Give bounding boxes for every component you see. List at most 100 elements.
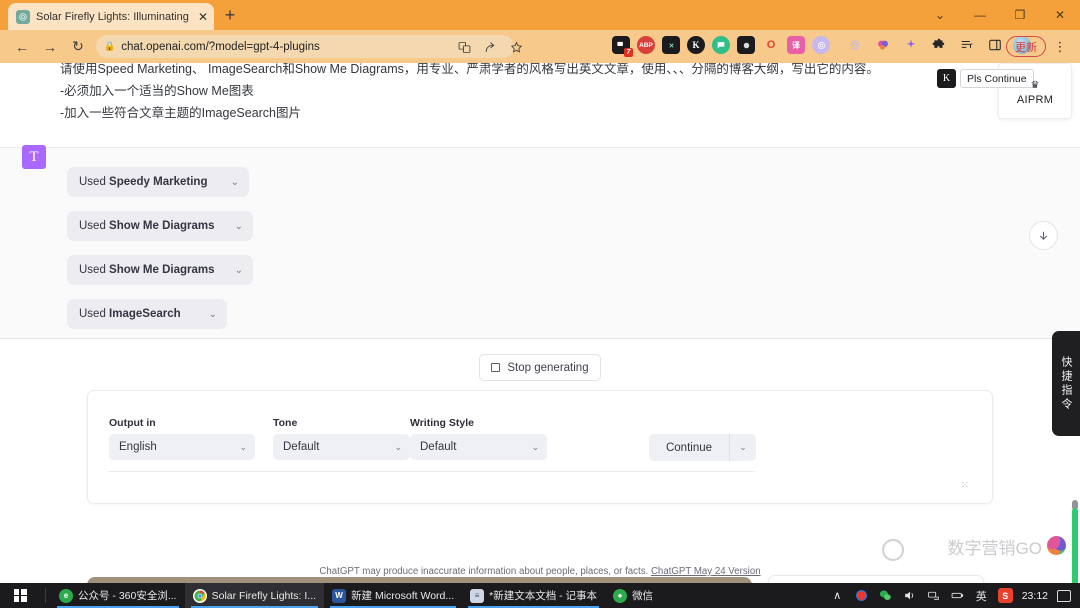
scrollbar-thumb[interactable]	[1072, 508, 1078, 583]
back-button[interactable]: ←	[8, 33, 36, 61]
quick-commands-tab[interactable]: 快捷指令	[1052, 331, 1080, 436]
ime-indicator[interactable]: 英	[974, 588, 989, 603]
screenshot-extension-icon[interactable]: 7	[612, 36, 633, 57]
browser-menu-button[interactable]: ⋮	[1052, 37, 1068, 56]
close-icon[interactable]: ✕	[198, 11, 208, 23]
adblock-plus-icon[interactable]: ABP	[637, 36, 655, 54]
output-in-label: Output in	[109, 417, 156, 429]
update-button[interactable]: 更新	[1006, 36, 1046, 57]
tone-field: Tone Default ⌄	[273, 417, 410, 460]
taskbar-item-notepad[interactable]: ≡ *新建文本文档 - 记事本	[462, 583, 605, 608]
browser-window: Solar Firefly Lights: Illuminating ✕ + ⌄…	[0, 0, 1080, 583]
reload-button[interactable]: ↻	[64, 33, 92, 61]
translate-extension-icon[interactable]: 译	[787, 36, 805, 54]
continue-label: Continue	[665, 441, 713, 454]
security-tray-icon[interactable]	[854, 588, 869, 603]
chevron-down-icon: ⌄	[239, 441, 247, 452]
opera-extension-icon[interactable]: O	[762, 36, 780, 54]
sparkle-extension-icon[interactable]	[901, 35, 920, 54]
resize-handle[interactable]: ⁙	[961, 480, 970, 491]
tone-select[interactable]: Default ⌄	[273, 434, 410, 460]
toolbar-right-icons	[845, 35, 1031, 54]
word-icon: W	[332, 588, 347, 603]
volume-tray-icon[interactable]	[902, 588, 917, 603]
taskbar-item-label: 微信	[632, 590, 654, 602]
writing-style-select[interactable]: Default ⌄	[410, 434, 547, 460]
scroll-to-bottom-button[interactable]	[1029, 221, 1058, 250]
taskbar-item-wechat[interactable]: ● 微信	[605, 583, 661, 608]
page-content: 请使用Speed Marketing、 ImageSearch和Show Me …	[0, 63, 1080, 583]
new-tab-button[interactable]: +	[220, 6, 240, 26]
continue-button[interactable]: Continue ⌄	[649, 434, 756, 461]
battery-tray-icon[interactable]	[950, 588, 965, 603]
dark-reader-extension-icon[interactable]	[737, 36, 755, 54]
stop-generating-label: Stop generating	[507, 361, 589, 374]
watermark-circle	[882, 539, 904, 561]
forward-button[interactable]: →	[36, 33, 64, 61]
side-panel-icon[interactable]	[985, 35, 1004, 54]
close-button[interactable]: ✕	[1040, 0, 1080, 30]
compass-extension-icon[interactable]	[662, 36, 680, 54]
maximize-button[interactable]: ❐	[1000, 0, 1040, 30]
taskbar-item-label: 公众号 - 360安全浏...	[78, 590, 177, 602]
wechat-tray-icon[interactable]	[878, 588, 893, 603]
plugin-card-show-me-diagrams-1[interactable]: Used Show Me Diagrams ⌄	[67, 211, 253, 241]
composer-divider	[0, 338, 1080, 339]
version-link[interactable]: ChatGPT May 24 Version	[651, 566, 761, 577]
start-button[interactable]	[0, 583, 40, 608]
brain-extension-icon[interactable]	[873, 35, 892, 54]
quick-commands-label: 快捷指令	[1060, 355, 1072, 412]
plugin-card-imagesearch[interactable]: Used ImageSearch ⌄	[67, 299, 227, 329]
network-tray-icon[interactable]	[926, 588, 941, 603]
clock[interactable]: 23:12	[1022, 590, 1048, 602]
minimize-button[interactable]: —	[960, 0, 1000, 30]
browser-titlebar: Solar Firefly Lights: Illuminating ✕ + ⌄…	[0, 0, 1080, 30]
taskbar-item-word[interactable]: W 新建 Microsoft Word...	[324, 583, 462, 608]
chatgpt-sidebar-icon[interactable]	[845, 35, 864, 54]
omnibox-icons	[456, 39, 524, 55]
wechat-icon: ●	[613, 588, 628, 603]
prompt-line-3: -加入一些符合文章主题的ImageSearch图片	[60, 106, 302, 120]
brain-extension-icon[interactable]	[1047, 536, 1066, 555]
tab-title: Solar Firefly Lights: Illuminating	[36, 10, 189, 23]
chat-bubble-extension-icon[interactable]	[712, 36, 730, 54]
address-bar[interactable]: 🔒 chat.openai.com/?model=gpt-4-plugins	[96, 35, 522, 58]
chevron-down-icon: ⌄	[234, 220, 243, 232]
watermark-text: 数字营销GO	[947, 539, 1042, 558]
bookmark-star-icon[interactable]	[508, 39, 524, 55]
notepad-icon: ≡	[470, 588, 485, 603]
windows-taskbar: e 公众号 - 360安全浏... Solar Firefly Lights: …	[0, 583, 1080, 608]
browser-tab[interactable]: Solar Firefly Lights: Illuminating ✕	[8, 3, 214, 30]
plugin-card-speedy-marketing[interactable]: Used Speedy Marketing ⌄	[67, 167, 249, 197]
taskbar-item-360browser[interactable]: e 公众号 - 360安全浏...	[51, 583, 185, 608]
chrome-icon	[192, 588, 207, 603]
translate-icon[interactable]	[456, 39, 472, 55]
tray-expand-chevron-icon[interactable]: ∧	[830, 588, 845, 603]
window-controls: ⌄ — ❐ ✕	[920, 0, 1080, 30]
tab-search-button[interactable]: ⌄	[920, 0, 960, 30]
browser-toolbar: ← → ↻ 🔒 chat.openai.com/?model=gpt-4-plu…	[0, 30, 1080, 63]
chatgpt-extension-icon[interactable]	[812, 36, 830, 54]
aiprm-extension-icon[interactable]: K	[687, 36, 705, 54]
notification-icon[interactable]	[1057, 589, 1071, 602]
avatar: T	[22, 145, 46, 169]
chevron-down-icon: ⌄	[394, 441, 402, 452]
panel-rule	[108, 471, 755, 472]
output-in-select[interactable]: English ⌄	[109, 434, 255, 460]
disclaimer-text: ChatGPT may produce inaccurate informati…	[0, 566, 1080, 577]
sogou-input-icon[interactable]: S	[997, 588, 1013, 603]
extensions-puzzle-icon[interactable]	[929, 35, 948, 54]
plugin-card-show-me-diagrams-2[interactable]: Used Show Me Diagrams ⌄	[67, 255, 253, 285]
reading-list-icon[interactable]	[957, 35, 976, 54]
aiprm-k-icon[interactable]: K	[937, 69, 956, 88]
chevron-down-icon: ⌄	[531, 441, 539, 452]
aiprm-options-panel: Output in English ⌄ Tone Default ⌄ Writi…	[87, 390, 993, 504]
chevron-down-icon: ⌄	[208, 308, 217, 320]
share-icon[interactable]	[482, 39, 498, 55]
stop-generating-button[interactable]: Stop generating	[479, 354, 601, 381]
taskbar-item-chrome[interactable]: Solar Firefly Lights: I...	[184, 583, 325, 608]
chevron-down-icon[interactable]: ⌄	[730, 442, 756, 453]
tone-label: Tone	[273, 417, 298, 429]
aiprm-label: AIPRM	[1016, 94, 1054, 106]
url-text: chat.openai.com/?model=gpt-4-plugins	[121, 40, 320, 53]
